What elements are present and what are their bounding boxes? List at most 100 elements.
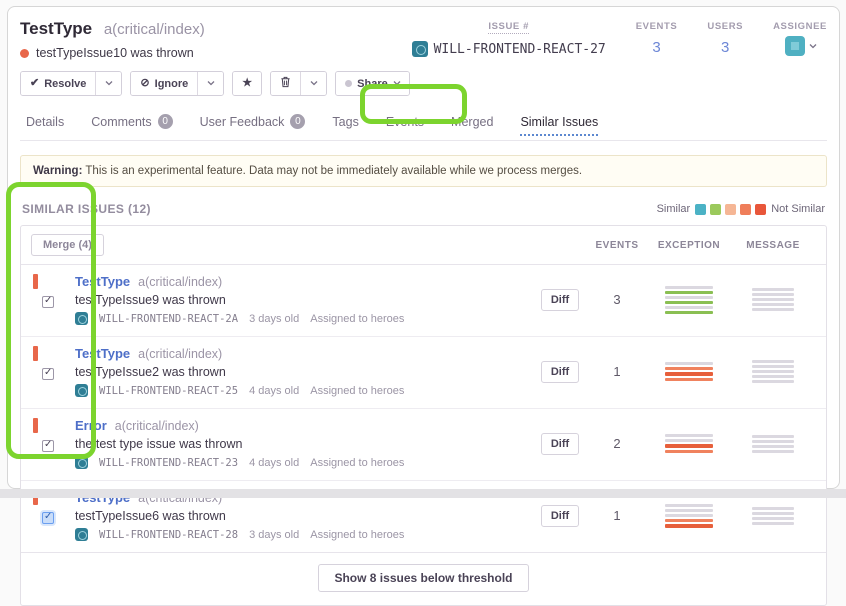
exception-similarity-viz xyxy=(665,432,713,455)
stat-assignee-label: ASSIGNEE xyxy=(773,21,827,32)
platform-icon xyxy=(75,528,88,541)
tab-label: Comments xyxy=(91,115,151,129)
diff-button[interactable]: Diff xyxy=(541,289,579,311)
tab-tags[interactable]: Tags xyxy=(332,108,358,140)
row-message: testTypeIssue9 was thrown xyxy=(75,293,534,307)
stat-users: USERS 3 xyxy=(707,21,743,57)
stat-users-value[interactable]: 3 xyxy=(721,39,729,56)
bookmark-button-group: ★ xyxy=(232,71,262,96)
legend-swatch-icon xyxy=(695,204,706,215)
stat-issue-label: ISSUE # xyxy=(488,21,529,34)
row-assigned: Assigned to heroes xyxy=(310,313,404,325)
delete-button[interactable] xyxy=(271,72,300,95)
resolve-button-label: Resolve xyxy=(44,78,86,90)
issue-header-left: TestType a(critical/index) testTypeIssue… xyxy=(20,19,205,60)
assignee-selector[interactable] xyxy=(785,36,816,56)
share-button-group: Share xyxy=(335,71,410,96)
share-button[interactable]: Share xyxy=(336,72,409,95)
message-similarity-viz xyxy=(752,286,794,313)
row-checkbox[interactable] xyxy=(42,296,54,308)
row-assigned: Assigned to heroes xyxy=(310,457,404,469)
issue-short-id: WILL-FRONTEND-REACT-27 xyxy=(434,42,606,57)
resolve-dropdown-button[interactable] xyxy=(95,72,121,95)
row-info: TestType a(critical/index) testTypeIssue… xyxy=(75,274,534,325)
legend-color-swatches xyxy=(695,204,766,215)
issue-header: TestType a(critical/index) testTypeIssue… xyxy=(20,19,827,60)
chevron-down-icon xyxy=(310,80,317,87)
row-issue-title-link[interactable]: TestType xyxy=(75,274,130,289)
diff-button[interactable]: Diff xyxy=(541,505,579,527)
row-meta: WILL-FRONTEND-REACT-25 4 days old Assign… xyxy=(75,384,534,397)
ignore-button-label: Ignore xyxy=(155,78,189,90)
chevron-down-icon xyxy=(393,80,400,87)
chevron-down-icon xyxy=(105,80,112,87)
row-select-area xyxy=(31,346,75,380)
row-checkbox[interactable] xyxy=(42,368,54,380)
issue-message: testTypeIssue10 was thrown xyxy=(36,46,194,60)
ignore-button-group: ⊘ Ignore xyxy=(130,71,224,96)
stat-issue-value[interactable]: WILL-FRONTEND-REACT-27 xyxy=(412,41,606,57)
tab-bar: Details Comments0 User Feedback 0 Tags Ev… xyxy=(20,108,827,141)
row-checkbox[interactable] xyxy=(42,512,54,524)
legend-swatch-icon xyxy=(740,204,751,215)
legend-similar-label: Similar xyxy=(657,203,691,215)
row-age: 4 days old xyxy=(249,385,299,397)
exception-similarity-viz xyxy=(665,360,713,383)
tab-label: Merged xyxy=(451,115,493,129)
tab-comments[interactable]: Comments0 xyxy=(91,108,172,140)
platform-icon xyxy=(75,384,88,397)
platform-icon xyxy=(412,41,428,57)
panel-toolbar: Merge (4) EVENTS EXCEPTION MESSAGE xyxy=(21,226,826,265)
row-info: Error a(critical/index) the test type is… xyxy=(75,418,534,469)
column-header-message: MESSAGE xyxy=(730,240,816,251)
row-checkbox[interactable] xyxy=(42,440,54,452)
diff-button[interactable]: Diff xyxy=(541,361,579,383)
delete-dropdown-button[interactable] xyxy=(300,72,326,95)
ignore-dropdown-button[interactable] xyxy=(197,72,223,95)
row-meta: WILL-FRONTEND-REACT-28 3 days old Assign… xyxy=(75,528,534,541)
ignore-button[interactable]: ⊘ Ignore xyxy=(131,72,197,95)
show-more-button[interactable]: Show 8 issues below threshold xyxy=(318,564,528,592)
experimental-warning-banner: Warning: This is an experimental feature… xyxy=(20,155,827,187)
error-level-dot-icon xyxy=(20,49,29,58)
panel-footer: Show 8 issues below threshold xyxy=(21,553,826,605)
stat-events-label: EVENTS xyxy=(636,21,678,32)
row-meta: WILL-FRONTEND-REACT-2A 3 days old Assign… xyxy=(75,312,534,325)
tab-badge: 0 xyxy=(290,114,305,129)
row-events-count: 1 xyxy=(613,364,620,379)
chevron-down-icon xyxy=(809,43,816,50)
tab-user-feedback[interactable]: User Feedback 0 xyxy=(200,108,306,140)
platform-icon xyxy=(75,312,88,325)
row-assigned: Assigned to heroes xyxy=(310,529,404,541)
check-icon: ✔ xyxy=(30,78,39,89)
exception-similarity-viz xyxy=(665,284,713,316)
tab-label: User Feedback xyxy=(200,115,285,129)
issue-title: TestType xyxy=(20,19,92,38)
row-short-id: WILL-FRONTEND-REACT-2A xyxy=(99,313,238,325)
row-age: 3 days old xyxy=(249,529,299,541)
column-header-exception: EXCEPTION xyxy=(648,240,730,251)
tab-label: Similar Issues xyxy=(520,115,598,129)
tab-events[interactable]: Events xyxy=(386,108,424,140)
issue-detail-card: TestType a(critical/index) testTypeIssue… xyxy=(7,6,840,489)
issue-stats: ISSUE # WILL-FRONTEND-REACT-27 EVENTS 3 … xyxy=(412,21,827,57)
tab-label: Details xyxy=(26,115,64,129)
row-info: TestType a(critical/index) testTypeIssue… xyxy=(75,346,534,397)
row-issue-title-link[interactable]: TestType xyxy=(75,346,130,361)
tab-details[interactable]: Details xyxy=(26,108,64,140)
diff-button[interactable]: Diff xyxy=(541,433,579,455)
delete-button-group xyxy=(270,71,327,96)
assignee-avatar xyxy=(785,36,805,56)
tab-similar-issues[interactable]: Similar Issues xyxy=(520,108,598,136)
merge-button[interactable]: Merge (4) xyxy=(31,234,104,256)
bookmark-button[interactable]: ★ xyxy=(233,72,261,95)
similar-issue-row: TestType a(critical/index) testTypeIssue… xyxy=(21,265,826,337)
resolve-button[interactable]: ✔ Resolve xyxy=(21,72,95,95)
stat-issue-number: ISSUE # WILL-FRONTEND-REACT-27 xyxy=(412,21,606,57)
tab-merged[interactable]: Merged xyxy=(451,108,493,140)
chevron-down-icon xyxy=(207,80,214,87)
bottom-background-strip xyxy=(0,489,846,498)
similar-issues-panel: Merge (4) EVENTS EXCEPTION MESSAGE TestT… xyxy=(20,225,827,606)
row-issue-title-link[interactable]: Error xyxy=(75,418,107,433)
stat-events-value[interactable]: 3 xyxy=(652,39,660,56)
